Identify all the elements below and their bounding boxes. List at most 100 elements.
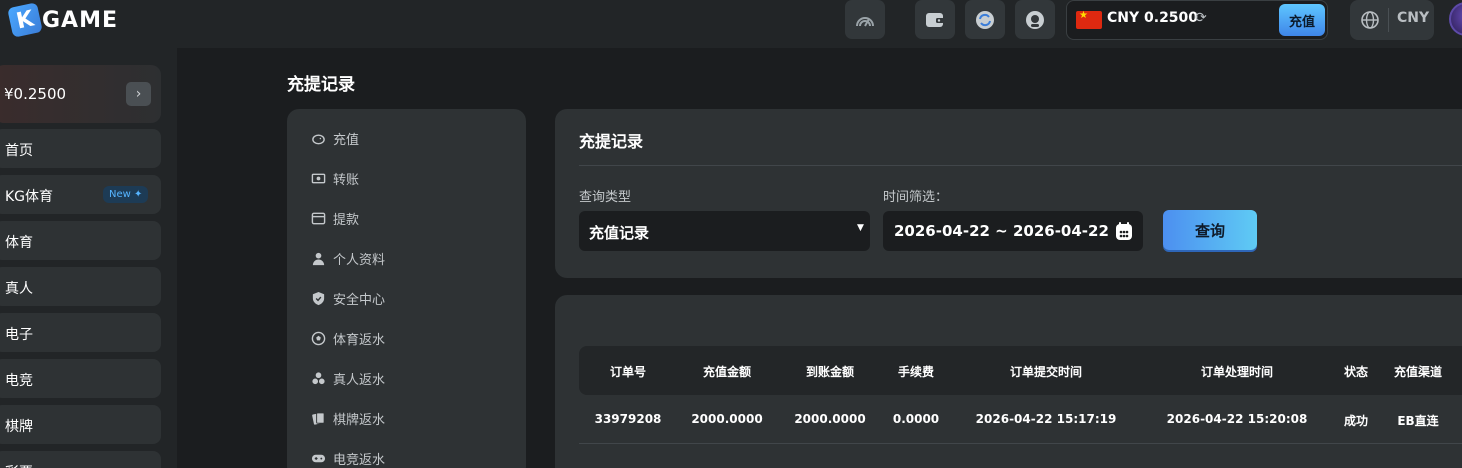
sidebar-item-label: 真人 bbox=[5, 281, 33, 297]
wallet-button[interactable] bbox=[915, 0, 955, 39]
column-header: 状态 bbox=[1343, 365, 1369, 379]
balance-amount: CNY 0.2500 bbox=[1107, 10, 1199, 26]
balance-box: CNY 0.2500 ⟳ 充值 bbox=[1066, 0, 1328, 40]
submit-time-cell: 2026-04-22 15:17:19 bbox=[975, 412, 1117, 426]
status-cell: 成功 bbox=[1343, 414, 1369, 428]
menu-item-label: 充值 bbox=[333, 132, 360, 148]
menu-item-security[interactable]: 安全中心 bbox=[311, 287, 385, 309]
table-header: 订单号 充值金额 到账金额 手续费 订单提交时间 订单处理时间 状态 充值渠道 bbox=[579, 346, 1462, 395]
piggy-bank-icon bbox=[312, 134, 325, 144]
time-filter-label: 时间筛选： bbox=[883, 190, 949, 205]
logo-mark: K bbox=[7, 2, 43, 38]
soccer-ball-icon bbox=[311, 331, 326, 345]
sidebar-item-label: 电竞 bbox=[5, 373, 33, 389]
column-header: 手续费 bbox=[897, 365, 935, 379]
column-header: 订单号 bbox=[609, 365, 647, 379]
wallet-amount: ¥0.2500 bbox=[4, 85, 67, 103]
logo-text: GAME bbox=[42, 7, 119, 33]
column-header: 到账金额 bbox=[805, 365, 855, 379]
refresh-icon[interactable]: ⟳ bbox=[1195, 10, 1207, 26]
menu-item-deposit[interactable]: 充值 bbox=[311, 127, 359, 149]
sidebar-item-esports[interactable]: 电竞 bbox=[0, 359, 161, 398]
service-icon bbox=[1026, 10, 1044, 29]
sidebar-item-label: 首页 bbox=[5, 143, 33, 159]
menu-item-label: 安全中心 bbox=[333, 292, 386, 308]
menu-item-label: 提款 bbox=[333, 212, 360, 228]
new-badge: New ✦ bbox=[103, 186, 149, 203]
gamepad-icon bbox=[311, 454, 326, 462]
transfer-icon bbox=[976, 10, 994, 29]
withdraw-icon bbox=[311, 212, 326, 224]
china-flag-icon bbox=[1076, 10, 1102, 29]
menu-item-label: 个人资料 bbox=[333, 252, 386, 268]
menu-item-label: 棋牌返水 bbox=[333, 412, 386, 428]
divider bbox=[579, 165, 1462, 166]
date-range-picker[interactable]: 2026-04-22 ~ 2026-04-22 bbox=[883, 211, 1143, 251]
transfer-button[interactable] bbox=[965, 0, 1005, 39]
fee-cell: 0.0000 bbox=[892, 412, 940, 426]
menu-item-label: 转账 bbox=[333, 172, 360, 188]
query-type-value: 充值记录 bbox=[589, 224, 650, 242]
sidebar-item-label: 彩票 bbox=[5, 462, 33, 468]
order-id-cell: 33979208 bbox=[594, 412, 662, 426]
query-type-select[interactable]: 充值记录 ▼ bbox=[579, 211, 870, 251]
menu-item-label: 真人返水 bbox=[333, 372, 386, 388]
menu-item-withdraw[interactable]: 提款 bbox=[311, 207, 359, 229]
shield-icon bbox=[312, 291, 325, 305]
top-bar: K GAME CNY 0.2500 ⟳ 充值 bbox=[0, 0, 1462, 48]
avatar[interactable] bbox=[1449, 2, 1462, 36]
caret-down-icon: ▼ bbox=[857, 223, 864, 233]
page-title: 充提记录 bbox=[287, 75, 355, 95]
wallet-icon bbox=[926, 12, 944, 27]
cards-icon bbox=[312, 411, 325, 425]
calendar-icon bbox=[1116, 222, 1132, 240]
menu-item-live-rebate[interactable]: 真人返水 bbox=[311, 367, 385, 389]
menu-item-esports-rebate[interactable]: 电竞返水 bbox=[311, 447, 385, 468]
column-header: 充值渠道 bbox=[1393, 365, 1443, 379]
sidebar: ¥0.2500 › 首页 KG体育 New ✦ 体育 真人 电子 电竞 棋牌 彩… bbox=[0, 48, 177, 468]
chips-icon bbox=[312, 371, 325, 384]
sidebar-item-label: KG体育 bbox=[5, 189, 54, 205]
deposit-button[interactable]: 充值 bbox=[1279, 4, 1325, 36]
wallet-card[interactable]: ¥0.2500 › bbox=[0, 65, 161, 123]
filter-panel: 充提记录 查询类型 充值记录 ▼ 时间筛选： 2026-04-22 ~ 2026… bbox=[555, 109, 1462, 278]
sidebar-item-chess[interactable]: 棋牌 bbox=[0, 405, 161, 444]
deposit-amount-cell: 2000.0000 bbox=[691, 412, 763, 426]
query-type-label: 查询类型 bbox=[579, 190, 632, 205]
menu-item-profile[interactable]: 个人资料 bbox=[311, 247, 385, 269]
globe-icon bbox=[1361, 11, 1379, 29]
sidebar-item-live[interactable]: 真人 bbox=[0, 267, 161, 306]
menu-item-chess-rebate[interactable]: 棋牌返水 bbox=[311, 407, 385, 429]
speed-button[interactable] bbox=[845, 0, 885, 39]
chevron-right-icon[interactable]: › bbox=[126, 82, 151, 106]
language-currency-selector[interactable]: CNY bbox=[1350, 0, 1434, 40]
sidebar-item-slots[interactable]: 电子 bbox=[0, 313, 161, 352]
menu-item-sports-rebate[interactable]: 体育返水 bbox=[311, 327, 385, 349]
menu-item-label: 电竞返水 bbox=[333, 452, 386, 468]
table-row: 33979208 2000.0000 2000.0000 0.0000 2026… bbox=[579, 395, 1462, 444]
section-title: 充提记录 bbox=[579, 132, 644, 151]
sidebar-item-home[interactable]: 首页 bbox=[0, 129, 161, 168]
received-amount-cell: 2000.0000 bbox=[794, 412, 866, 426]
process-time-cell: 2026-04-22 15:20:08 bbox=[1166, 412, 1308, 426]
query-button[interactable]: 查询 bbox=[1163, 210, 1257, 250]
date-range-value: 2026-04-22 ~ 2026-04-22 bbox=[894, 222, 1109, 240]
sidebar-item-sports[interactable]: 体育 bbox=[0, 221, 161, 260]
sidebar-item-kg-sports[interactable]: KG体育 New ✦ bbox=[0, 175, 161, 214]
sidebar-item-label: 棋牌 bbox=[5, 419, 33, 435]
sidebar-item-lottery[interactable]: 彩票 bbox=[0, 451, 161, 468]
service-button[interactable] bbox=[1015, 0, 1055, 39]
account-menu: 充值 转账 提款 个人资料 安全中心 体育返水 真人返水 棋牌返水 电竞返水 bbox=[287, 109, 526, 468]
sidebar-item-label: 电子 bbox=[5, 327, 33, 343]
records-table-panel: 订单号 充值金额 到账金额 手续费 订单提交时间 订单处理时间 状态 充值渠道 … bbox=[555, 295, 1462, 468]
column-header: 充值金额 bbox=[702, 365, 752, 379]
transfer-cash-icon bbox=[311, 173, 326, 183]
speed-icon bbox=[856, 16, 874, 26]
sidebar-item-label: 体育 bbox=[5, 235, 33, 251]
brand-logo[interactable]: K GAME bbox=[7, 2, 119, 38]
menu-item-transfer[interactable]: 转账 bbox=[311, 167, 359, 189]
menu-item-label: 体育返水 bbox=[333, 332, 386, 348]
column-header: 订单处理时间 bbox=[1200, 365, 1274, 379]
user-icon bbox=[312, 252, 325, 265]
column-header: 订单提交时间 bbox=[1009, 365, 1083, 379]
